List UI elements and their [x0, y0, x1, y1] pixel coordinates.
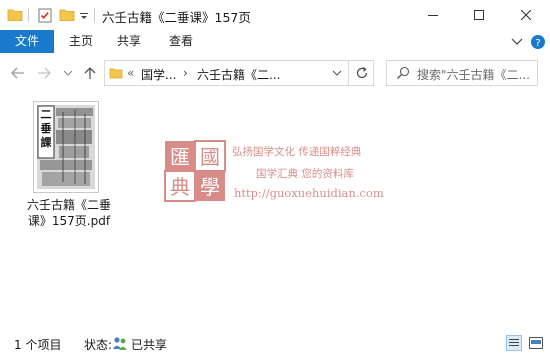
refresh-button[interactable]	[348, 60, 374, 86]
help-icon[interactable]: ?	[530, 34, 546, 50]
folder-icon	[109, 66, 123, 80]
watermark-tagline: 国学汇典 您的资料库	[256, 168, 354, 180]
close-icon	[521, 10, 531, 20]
minimize-button[interactable]	[410, 0, 456, 30]
expand-ribbon-icon[interactable]	[510, 34, 524, 48]
address-separator[interactable]: ›	[183, 66, 188, 80]
file-name: 六壬古籍《二垂 课》157页.pdf	[22, 197, 116, 229]
search-placeholder: 搜索"六壬古籍《二...	[417, 68, 530, 82]
title-bar: 六壬古籍《二垂课》157页	[0, 0, 550, 31]
status-bar: 1 个项目 状态: 已共享	[0, 329, 550, 356]
search-icon	[396, 66, 410, 80]
quick-access-divider	[28, 8, 29, 22]
customize-dropdown-icon[interactable]	[78, 6, 90, 24]
maximize-icon	[474, 10, 484, 20]
watermark-slogan: 弘扬国学文化 传递国粹经典	[232, 146, 362, 158]
window-title: 六壬古籍《二垂课》157页	[102, 10, 251, 25]
minimize-icon	[428, 15, 438, 16]
svg-text:典: 典	[170, 175, 190, 199]
refresh-icon	[356, 67, 367, 79]
svg-text:匯: 匯	[170, 145, 190, 169]
watermark: 匯 國 典 學 弘扬国学文化 传递国粹经典 国学汇典 您的资料库 http://…	[164, 140, 404, 210]
up-arrow-icon[interactable]	[82, 65, 98, 81]
address-segment-current[interactable]: 六壬古籍《二...	[197, 66, 280, 83]
folder-icon	[6, 6, 24, 24]
details-view-icon[interactable]	[506, 335, 522, 351]
forward-arrow-icon[interactable]	[36, 65, 52, 81]
tab-view[interactable]: 查看	[160, 30, 202, 53]
properties-icon[interactable]	[36, 6, 54, 24]
tab-home[interactable]: 主页	[60, 30, 102, 53]
svg-text:學: 學	[200, 175, 220, 199]
file-list[interactable]: 二垂課 六壬古籍《二垂 课》157页.pdf 匯 國 典 學 弘扬国学文化 传递…	[0, 93, 550, 329]
tab-file[interactable]: 文件	[0, 30, 54, 53]
new-folder-icon[interactable]	[58, 6, 76, 24]
address-bar[interactable]: « 国学... › 六壬古籍《二...	[104, 60, 374, 86]
pdf-thumbnail: 二垂課	[33, 101, 99, 193]
seal-logo: 匯 國 典 學	[164, 140, 226, 202]
address-overflow[interactable]: «	[127, 66, 134, 80]
svg-text:國: 國	[200, 145, 220, 169]
file-item[interactable]: 二垂課 六壬古籍《二垂 课》157页.pdf	[22, 99, 116, 229]
large-icons-view-icon[interactable]	[528, 335, 544, 351]
tab-share[interactable]: 共享	[108, 30, 150, 53]
ribbon-tabs: 文件 主页 共享 查看 ?	[0, 30, 550, 54]
navigation-bar: « 国学... › 六壬古籍《二... 搜索"六壬古籍《二...	[0, 53, 550, 93]
close-button[interactable]	[502, 0, 550, 30]
item-count: 1 个项目	[14, 338, 62, 352]
svg-text:?: ?	[535, 38, 540, 49]
shared-users-icon	[112, 335, 128, 351]
status-label: 状态:	[84, 338, 113, 352]
title-divider	[94, 8, 95, 22]
address-segment-parent[interactable]: 国学...	[141, 66, 176, 83]
thumbnail-title: 二垂課	[40, 108, 52, 149]
search-input[interactable]: 搜索"六壬古籍《二...	[386, 60, 538, 86]
watermark-url: http://guoxuehuidian.com	[234, 186, 384, 200]
file-name-line1: 六壬古籍《二垂	[26, 198, 111, 212]
address-dropdown-icon[interactable]	[331, 67, 343, 79]
back-arrow-icon[interactable]	[10, 65, 26, 81]
file-name-line2: 课》157页.pdf	[27, 214, 111, 228]
status-value: 已共享	[131, 338, 168, 352]
maximize-button[interactable]	[456, 0, 502, 30]
recent-locations-icon[interactable]	[62, 65, 74, 81]
